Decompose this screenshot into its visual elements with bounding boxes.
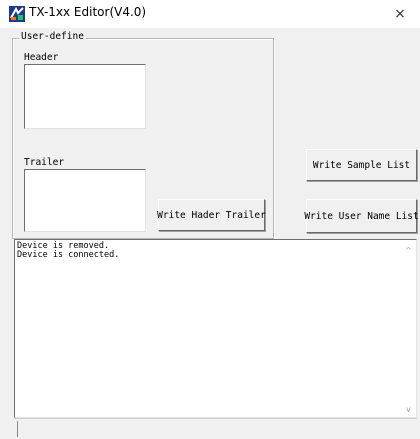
- user-define-legend: User-define: [19, 31, 86, 42]
- close-icon: ×: [394, 6, 406, 22]
- log-lines: Device is removed. Device is connected.: [17, 242, 400, 260]
- write-sample-list-button[interactable]: Write Sample List: [306, 149, 417, 181]
- log-scrollbar[interactable]: ^ v: [401, 240, 416, 417]
- status-divider: [17, 421, 18, 437]
- window-title: TX-1xx Editor(V4.0): [29, 5, 147, 19]
- write-header-trailer-button[interactable]: Write Hader Trailer: [157, 199, 266, 231]
- scroll-up-icon[interactable]: ^: [401, 244, 416, 256]
- header-textbox[interactable]: [24, 64, 146, 129]
- app-logo-icon: [9, 6, 25, 22]
- log-line: Device is connected.: [17, 250, 120, 260]
- status-bar: [14, 418, 417, 439]
- write-user-name-list-button[interactable]: Write User Name List: [304, 199, 419, 233]
- title-bar[interactable]: TX-1xx Editor(V4.0) ×: [0, 0, 420, 28]
- trailer-textbox[interactable]: [24, 169, 146, 232]
- trailer-label: Trailer: [24, 157, 65, 168]
- log-textarea[interactable]: Device is removed. Device is connected. …: [14, 239, 417, 418]
- header-label: Header: [24, 52, 59, 63]
- close-button[interactable]: ×: [380, 0, 420, 28]
- scroll-down-icon[interactable]: v: [401, 403, 416, 415]
